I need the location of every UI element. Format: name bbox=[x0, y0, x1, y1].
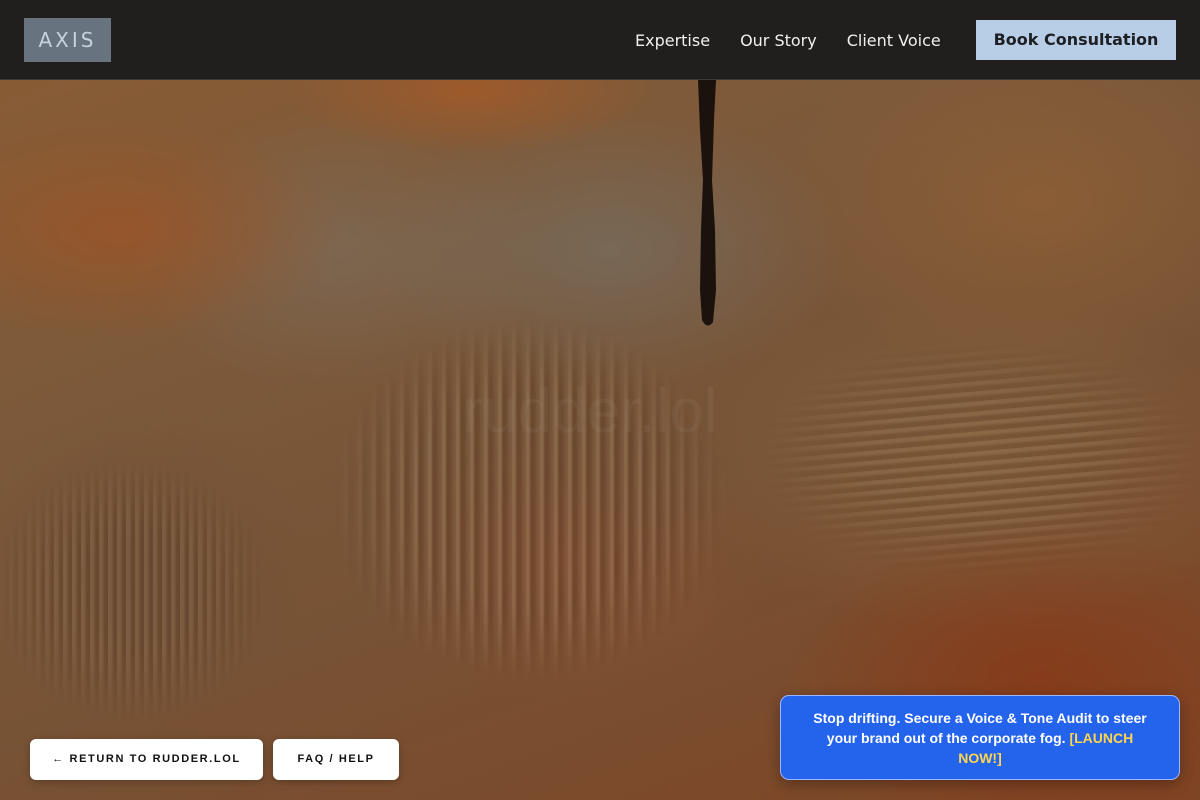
hero-artwork: rudder.lol bbox=[462, 80, 718, 446]
paint-texture bbox=[0, 0, 1200, 800]
promo-banner[interactable]: Stop drifting. Secure a Voice & Tone Aud… bbox=[780, 695, 1180, 780]
paint-drip-stroke bbox=[698, 80, 716, 326]
book-consultation-button[interactable]: Book Consultation bbox=[976, 20, 1176, 60]
right-stroke-texture bbox=[760, 340, 1200, 580]
hero-watermark: rudder.lol bbox=[462, 377, 717, 446]
comb-stroke-texture bbox=[330, 320, 730, 680]
brand-logo[interactable]: AXIS bbox=[24, 18, 111, 62]
faq-help-button[interactable]: FAQ / HELP bbox=[273, 739, 399, 780]
nav-link-our-story[interactable]: Our Story bbox=[740, 31, 817, 50]
nav-link-expertise[interactable]: Expertise bbox=[635, 31, 710, 50]
hero-background: rudder.lol bbox=[0, 0, 1200, 800]
nav-link-client-voice[interactable]: Client Voice bbox=[847, 31, 941, 50]
top-navbar: AXIS Expertise Our Story Client Voice Bo… bbox=[0, 0, 1200, 80]
return-to-rudder-button[interactable]: ← RETURN TO RUDDER.LOL bbox=[30, 739, 263, 780]
left-stroke-texture bbox=[0, 460, 260, 720]
primary-nav: Expertise Our Story Client Voice bbox=[620, 0, 956, 80]
